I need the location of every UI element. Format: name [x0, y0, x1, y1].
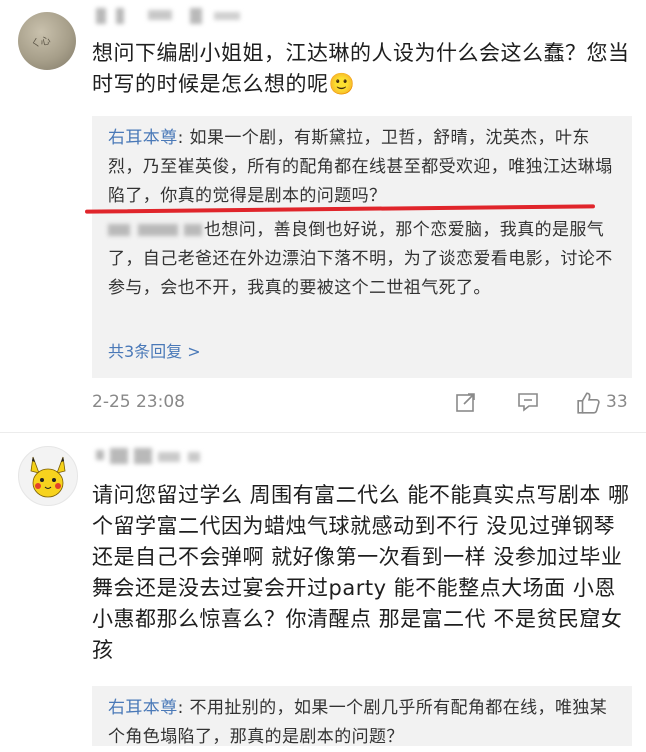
like-count: 33: [606, 392, 628, 412]
comment-timestamp: 2-25 23:08: [92, 392, 185, 412]
reply-thread: 右耳本尊: 如果一个剧，有斯黛拉，卫哲，舒晴，沈英杰，叶东烈，乃至崔英俊，所有的…: [92, 116, 632, 378]
reply-author[interactable]: 右耳本尊: [108, 698, 178, 718]
reply-author[interactable]: 右耳本尊: [108, 128, 178, 148]
username-blurred[interactable]: [96, 448, 216, 468]
comment-text: 请问您留过学么 周围有富二代么 能不能真实点写剧本 哪个留学富二代因为蜡烛气球就…: [92, 483, 630, 662]
comment-button[interactable]: [516, 390, 542, 418]
comment-icon: [518, 393, 538, 412]
reply-author-blurred[interactable]: [108, 222, 204, 238]
reply-body: : 不用扯别的，如果一个剧几乎所有配角都在线，唯独某个角色塌陷了，那真的是剧本的…: [108, 698, 608, 747]
reply-body: : 如果一个剧，有斯黛拉，卫哲，舒晴，沈英杰，叶东烈，乃至崔英俊，所有的配角都在…: [108, 128, 613, 206]
comment-2: 请问您留过学么 周围有富二代么 能不能真实点写剧本 哪个留学富二代因为蜡烛气球就…: [0, 434, 646, 747]
share-button[interactable]: [454, 390, 480, 418]
comment-1: ㄑ心 想问下编剧小姐姐，江达琳的人设为什么会这么蠢？您当时写的时候是怎么想的呢🙂…: [0, 0, 646, 430]
avatar[interactable]: [18, 446, 78, 506]
username-blurred[interactable]: [96, 6, 266, 26]
like-button[interactable]: 33: [576, 390, 636, 418]
comment-divider: [0, 432, 646, 433]
reply-thread: 右耳本尊: 不用扯别的，如果一个剧几乎所有配角都在线，唯独某个角色塌陷了，那真的…: [92, 686, 632, 747]
share-icon: [456, 393, 475, 412]
avatar-label: ㄑ心: [29, 35, 52, 51]
reply-1[interactable]: 右耳本尊: 不用扯别的，如果一个剧几乎所有配角都在线，唯独某个角色塌陷了，那真的…: [108, 694, 618, 752]
comment-actions: 2-25 23:08 33: [92, 390, 632, 420]
thumbs-up-icon: [577, 392, 600, 414]
more-replies-link[interactable]: 共3条回复 >: [108, 338, 201, 362]
avatar[interactable]: ㄑ心: [18, 12, 76, 70]
reply-2[interactable]: 也想问，善良倒也好说，那个恋爱脑，我真的是服气了，自己老爸还在外边漂泊下落不明，…: [108, 216, 618, 332]
reply-1[interactable]: 右耳本尊: 如果一个剧，有斯黛拉，卫哲，舒晴，沈英杰，叶东烈，乃至崔英俊，所有的…: [108, 124, 618, 214]
comment-text: 想问下编剧小姐姐，江达琳的人设为什么会这么蠢？您当时写的时候是怎么想的呢🙂: [92, 41, 630, 96]
pikachu-icon: [30, 456, 66, 498]
